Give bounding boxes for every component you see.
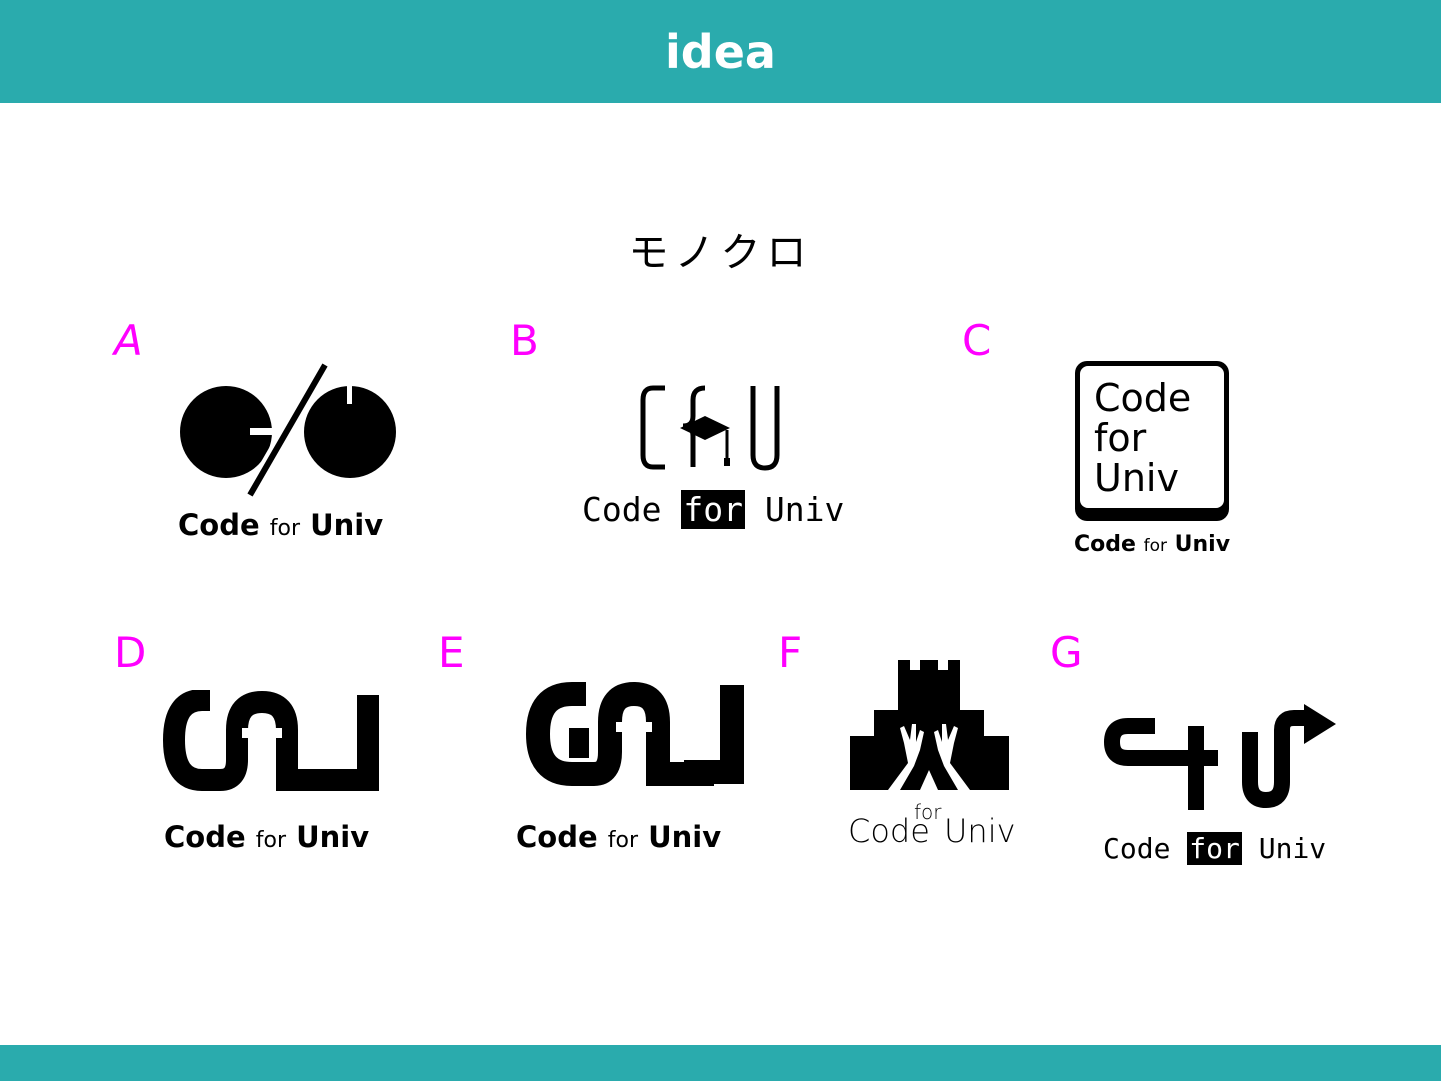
wordmark-univ: Univ [310, 508, 384, 542]
logo-b-wordmark: Code for Univ [582, 490, 844, 529]
wordmark-for: for [1143, 536, 1167, 556]
keycap-line-for: for [1094, 416, 1147, 460]
logo-b-mark [640, 385, 780, 471]
logo-f-mark [850, 660, 1009, 790]
logo-g-mark [1103, 704, 1336, 810]
logo-f-wordmark-for: for [914, 800, 942, 824]
wordmark-univ: Univ [1174, 532, 1231, 557]
logo-c-letter: C [962, 316, 992, 365]
wordmark-for: for [1187, 832, 1242, 865]
keycap-line-univ: Univ [1094, 456, 1179, 500]
wordmark-for: for [269, 516, 300, 541]
wordmark-for: for [681, 490, 745, 529]
logo-d-mark [162, 690, 379, 791]
logo-e-mark [525, 681, 744, 786]
wordmark-for: for [255, 828, 286, 853]
footer-band [0, 1045, 1441, 1081]
logo-a-mark [180, 361, 396, 499]
wordmark-code: Code [582, 490, 662, 529]
wordmark-code: Code [516, 820, 598, 854]
logo-d-wordmark: Code for Univ [164, 820, 369, 854]
logo-d-letter: D [114, 628, 147, 677]
logo-a-wordmark: Code for Univ [178, 508, 383, 542]
logo-c-wordmark: Code for Univ [1074, 532, 1230, 557]
wordmark-univ: Univ [648, 820, 722, 854]
wordmark-code: Code [164, 820, 246, 854]
logo-f-wordmark-univ: Univ [944, 812, 1016, 850]
logo-a-letter: A [114, 316, 143, 365]
wordmark-code: Code [178, 508, 260, 542]
wordmark-univ: Univ [296, 820, 370, 854]
logo-g-wordmark: Code for Univ [1103, 832, 1326, 865]
keycap-line-code: Code [1094, 376, 1192, 420]
wordmark-univ: Univ [1258, 832, 1327, 865]
logo-f-letter: F [778, 628, 803, 677]
logo-g-letter: G [1050, 628, 1083, 677]
logo-c-keycap-text: Code for Univ [1094, 378, 1191, 498]
logo-e-wordmark: Code for Univ [516, 820, 721, 854]
wordmark-univ: Univ [764, 490, 845, 529]
wordmark-code: Code [1103, 832, 1171, 865]
wordmark-for: for [607, 828, 638, 853]
logo-b-letter: B [510, 316, 539, 365]
wordmark-code: Code [1074, 532, 1136, 557]
logo-e-letter: E [438, 628, 465, 677]
section-subtitle: モノクロ [628, 230, 813, 276]
page-title: idea [665, 25, 776, 79]
